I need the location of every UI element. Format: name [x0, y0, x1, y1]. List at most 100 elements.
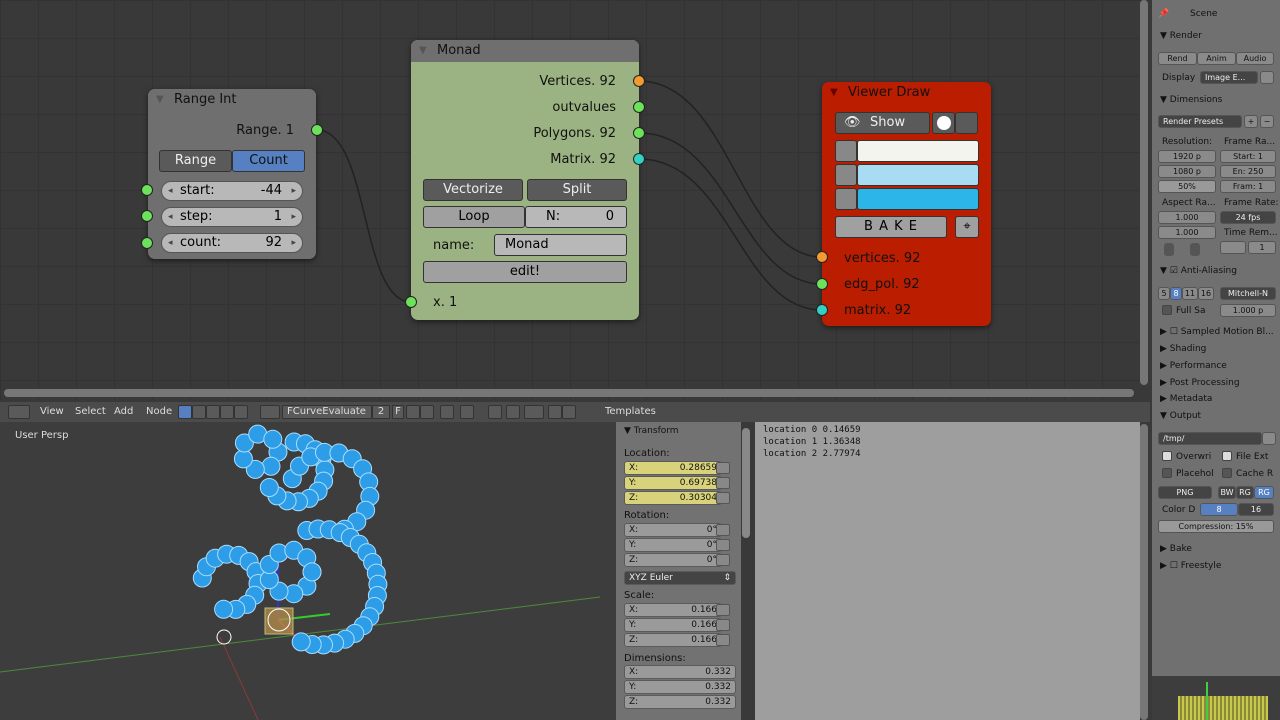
- rotation-z-field[interactable]: Z: 0°: [624, 553, 722, 567]
- rgba-button[interactable]: RG: [1254, 486, 1274, 499]
- add-menu[interactable]: Add: [114, 406, 133, 417]
- select-menu[interactable]: Select: [75, 406, 106, 417]
- rgb-button[interactable]: RG: [1236, 486, 1254, 499]
- location-y-field[interactable]: Y: 0.69738: [624, 476, 722, 490]
- node-header[interactable]: ▼ Viewer Draw: [822, 82, 991, 104]
- node-editor-hscroll[interactable]: [4, 389, 1134, 397]
- range-int-node[interactable]: ▼ Range Int Range. 1 Range Count start:-…: [148, 89, 316, 259]
- sverchok-icon[interactable]: [584, 405, 598, 419]
- aa-filter-select[interactable]: Mitchell-N: [1220, 287, 1276, 300]
- node-menu[interactable]: Node: [146, 406, 172, 417]
- shader-tree-icon[interactable]: [192, 405, 206, 419]
- resolution-x-field[interactable]: 1920 p: [1158, 150, 1216, 163]
- frame-end-field[interactable]: En: 250: [1220, 165, 1276, 178]
- frame-rate-select[interactable]: 24 fps: [1220, 211, 1276, 224]
- lock-icon[interactable]: [716, 634, 730, 646]
- output-section[interactable]: ▼ Output: [1160, 411, 1201, 421]
- editor-type-icon[interactable]: [8, 405, 30, 419]
- split-button[interactable]: Split: [527, 179, 627, 201]
- display-icon[interactable]: [1260, 71, 1274, 84]
- time-remap-new-field[interactable]: 1: [1248, 241, 1276, 254]
- crosshair-icon[interactable]: ⌖: [955, 216, 979, 238]
- metadata-section[interactable]: ▶ Metadata: [1160, 394, 1212, 404]
- collapse-icon[interactable]: ▼: [156, 89, 164, 111]
- users-count[interactable]: 2: [372, 405, 390, 419]
- snap-target-icon[interactable]: [524, 405, 544, 419]
- color-depth-8-button[interactable]: 8: [1200, 503, 1238, 516]
- collapse-icon[interactable]: ▼: [419, 40, 427, 62]
- tree-browse-icon[interactable]: [260, 405, 280, 419]
- folder-icon[interactable]: [1262, 432, 1276, 445]
- node-editor[interactable]: ▼ Range Int Range. 1 Range Count start:-…: [0, 0, 1140, 400]
- lock-icon[interactable]: [716, 539, 730, 551]
- aa-8-button[interactable]: 8: [1170, 287, 1182, 300]
- step-field[interactable]: step:1: [161, 207, 303, 227]
- color-depth-16-button[interactable]: 16: [1238, 503, 1274, 516]
- animation-button[interactable]: Anim: [1197, 52, 1236, 65]
- aa-5-button[interactable]: 5: [1158, 287, 1170, 300]
- file-format-select[interactable]: PNG: [1158, 486, 1212, 499]
- aa-16-button[interactable]: 16: [1198, 287, 1214, 300]
- performance-section[interactable]: ▶ Performance: [1160, 361, 1227, 371]
- node-header[interactable]: ▼ Monad: [411, 40, 639, 62]
- pin-icon[interactable]: [440, 405, 454, 419]
- matrix-input-socket[interactable]: [816, 304, 828, 316]
- scale-x-field[interactable]: X: 0.166: [624, 603, 722, 617]
- aspect-x-field[interactable]: 1.000: [1158, 211, 1216, 224]
- filter-size-field[interactable]: 1.000 p: [1220, 304, 1276, 317]
- rotation-mode-select[interactable]: XYZ Euler ⇕: [624, 571, 736, 585]
- location-x-field[interactable]: X: 0.28659: [624, 461, 722, 475]
- vertices-input-socket[interactable]: [816, 251, 828, 263]
- location-z-field[interactable]: Z: 0.30304: [624, 491, 722, 505]
- remove-preset-icon[interactable]: −: [1260, 115, 1274, 128]
- edit-button[interactable]: edit!: [423, 261, 627, 283]
- vectorize-button[interactable]: Vectorize: [423, 179, 523, 201]
- lock-icon[interactable]: [716, 554, 730, 566]
- display-select[interactable]: Image E...: [1200, 71, 1258, 84]
- freestyle-section[interactable]: ▶ ☐ Freestyle: [1160, 561, 1221, 571]
- n-field[interactable]: N: 0: [525, 206, 627, 228]
- outvalues-output-socket[interactable]: [633, 101, 645, 113]
- shading-section[interactable]: ▶ Shading: [1160, 344, 1206, 354]
- snap-type-icon[interactable]: [506, 405, 520, 419]
- vertex-color-swatch[interactable]: [857, 140, 979, 162]
- edg-pol-input-socket[interactable]: [816, 278, 828, 290]
- add-preset-icon[interactable]: +: [1244, 115, 1258, 128]
- x-input-socket[interactable]: [405, 296, 417, 308]
- lock-icon[interactable]: [716, 462, 730, 474]
- step-input-socket[interactable]: [141, 210, 153, 222]
- count-input-socket[interactable]: [141, 237, 153, 249]
- resolution-y-field[interactable]: 1080 p: [1158, 165, 1216, 178]
- texture-tree-icon[interactable]: [220, 405, 234, 419]
- motion-blur-section[interactable]: ▶ ☐ Sampled Motion Bl...: [1160, 327, 1274, 337]
- loop-button[interactable]: Loop: [423, 206, 525, 228]
- count-mode-button[interactable]: Count: [232, 150, 305, 172]
- 3d-viewport[interactable]: [0, 422, 616, 720]
- show-toggle[interactable]: 👁 Show: [835, 112, 930, 134]
- full-sample-checkbox[interactable]: [1162, 305, 1172, 315]
- audio-button[interactable]: Audio: [1236, 52, 1274, 65]
- aspect-y-field[interactable]: 1.000: [1158, 226, 1216, 239]
- vertices-output-socket[interactable]: [633, 75, 645, 87]
- name-input[interactable]: Monad: [494, 234, 627, 256]
- anti-aliasing-section[interactable]: ▼ ☑ Anti-Aliasing: [1160, 266, 1237, 276]
- rotation-x-field[interactable]: X: 0°: [624, 523, 722, 537]
- render-presets-select[interactable]: Render Presets: [1158, 115, 1242, 128]
- lock-icon[interactable]: [716, 492, 730, 504]
- snap-icon[interactable]: [488, 405, 502, 419]
- transform-title[interactable]: ▼ Transform: [624, 426, 679, 436]
- start-field[interactable]: start:-44: [161, 181, 303, 201]
- resolution-percent-field[interactable]: 50%: [1158, 180, 1216, 193]
- dimension-x-field[interactable]: X: 0.332: [624, 665, 736, 679]
- frame-start-field[interactable]: Start: 1: [1220, 150, 1276, 163]
- lock-icon[interactable]: [716, 477, 730, 489]
- empty-toggle[interactable]: [955, 112, 978, 134]
- bake-section[interactable]: ▶ Bake: [1160, 544, 1192, 554]
- lock-icon[interactable]: [716, 604, 730, 616]
- file-extensions-checkbox[interactable]: [1222, 451, 1232, 461]
- view-menu[interactable]: View: [40, 406, 64, 417]
- dimension-z-field[interactable]: Z: 0.332: [624, 695, 736, 709]
- paste-icon[interactable]: [562, 405, 576, 419]
- output-path-input[interactable]: /tmp/: [1158, 432, 1262, 445]
- overwrite-checkbox[interactable]: [1162, 451, 1172, 461]
